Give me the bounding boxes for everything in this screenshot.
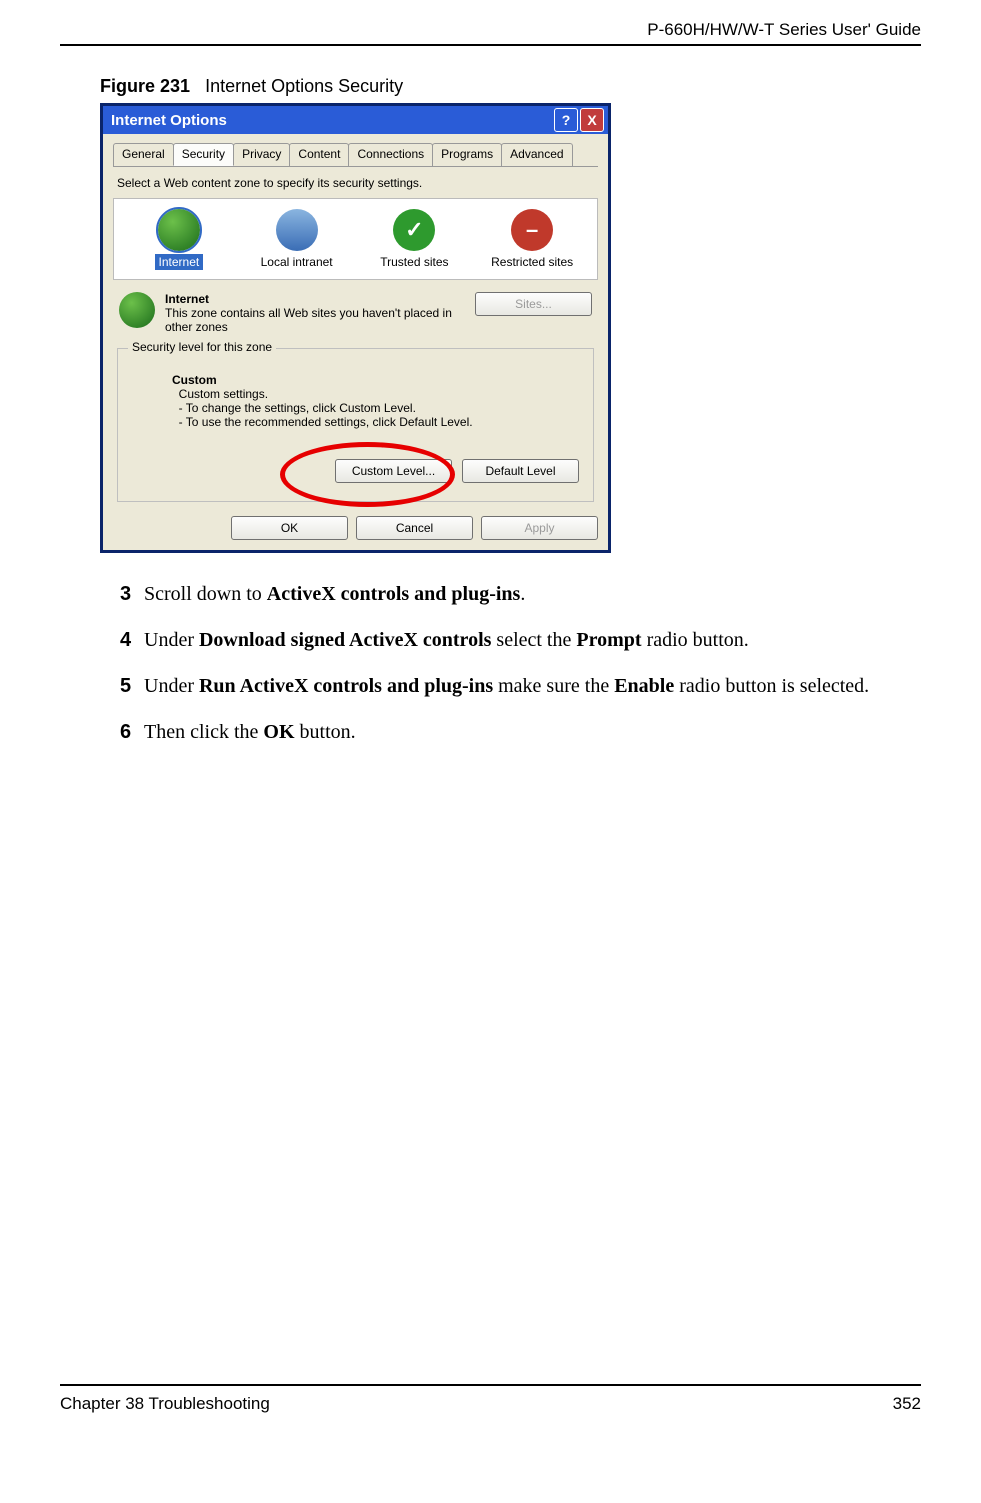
page-header: P-660H/HW/W-T Series User' Guide: [60, 20, 921, 46]
default-level-button[interactable]: Default Level: [462, 459, 579, 483]
chapter-label: Chapter 38 Troubleshooting: [60, 1394, 270, 1414]
guide-title: P-660H/HW/W-T Series User' Guide: [647, 20, 921, 39]
step-6: 6 Then click the OK button.: [120, 717, 921, 747]
tab-strip: General Security Privacy Content Connect…: [113, 143, 598, 167]
security-level-group: Security level for this zone Custom Cust…: [117, 348, 594, 502]
zone-description-row: Internet This zone contains all Web site…: [119, 292, 592, 334]
tab-general[interactable]: General: [113, 143, 174, 166]
figure-title: Internet Options Security: [205, 76, 403, 96]
security-level-legend: Security level for this zone: [128, 340, 276, 354]
step-3: 3 Scroll down to ActiveX controls and pl…: [120, 579, 921, 609]
step-4: 4 Under Download signed ActiveX controls…: [120, 625, 921, 655]
apply-button: Apply: [481, 516, 598, 540]
globe-icon: [158, 209, 200, 251]
sites-button: Sites...: [475, 292, 592, 316]
zone-local-intranet[interactable]: Local intranet: [247, 209, 347, 269]
custom-level-button[interactable]: Custom Level...: [335, 459, 452, 483]
intranet-icon: [276, 209, 318, 251]
zone-instruction: Select a Web content zone to specify its…: [117, 176, 594, 190]
zone-internet[interactable]: Internet: [129, 209, 229, 269]
zone-description: Internet This zone contains all Web site…: [165, 292, 475, 334]
step-5: 5 Under Run ActiveX controls and plug-in…: [120, 671, 921, 701]
tab-programs[interactable]: Programs: [432, 143, 502, 166]
figure-label: Figure 231: [100, 76, 190, 96]
page-footer: Chapter 38 Troubleshooting 352: [60, 1384, 921, 1414]
help-icon[interactable]: ?: [554, 108, 578, 132]
figure-caption: Figure 231 Internet Options Security: [100, 76, 921, 97]
checkmark-icon: ✓: [393, 209, 435, 251]
zone-trusted-sites[interactable]: ✓ Trusted sites: [364, 209, 464, 269]
internet-options-dialog: Internet Options ? X General Security Pr…: [100, 103, 611, 553]
ok-button[interactable]: OK: [231, 516, 348, 540]
tab-content[interactable]: Content: [289, 143, 349, 166]
dialog-title: Internet Options: [111, 112, 227, 129]
close-icon[interactable]: X: [580, 108, 604, 132]
zone-list[interactable]: Internet Local intranet ✓ Trusted sites …: [113, 198, 598, 280]
tab-security[interactable]: Security: [173, 143, 234, 166]
dialog-titlebar[interactable]: Internet Options ? X: [103, 106, 608, 134]
tab-privacy[interactable]: Privacy: [233, 143, 290, 166]
tab-connections[interactable]: Connections: [348, 143, 433, 166]
tab-advanced[interactable]: Advanced: [501, 143, 572, 166]
minus-icon: –: [511, 209, 553, 251]
dialog-bottom-buttons: OK Cancel Apply: [113, 516, 598, 540]
globe-icon: [119, 292, 155, 328]
cancel-button[interactable]: Cancel: [356, 516, 473, 540]
custom-settings-text: Custom Custom settings. - To change the …: [172, 373, 579, 429]
instruction-steps: 3 Scroll down to ActiveX controls and pl…: [120, 579, 921, 747]
zone-restricted-sites[interactable]: – Restricted sites: [482, 209, 582, 269]
page-number: 352: [893, 1394, 921, 1414]
